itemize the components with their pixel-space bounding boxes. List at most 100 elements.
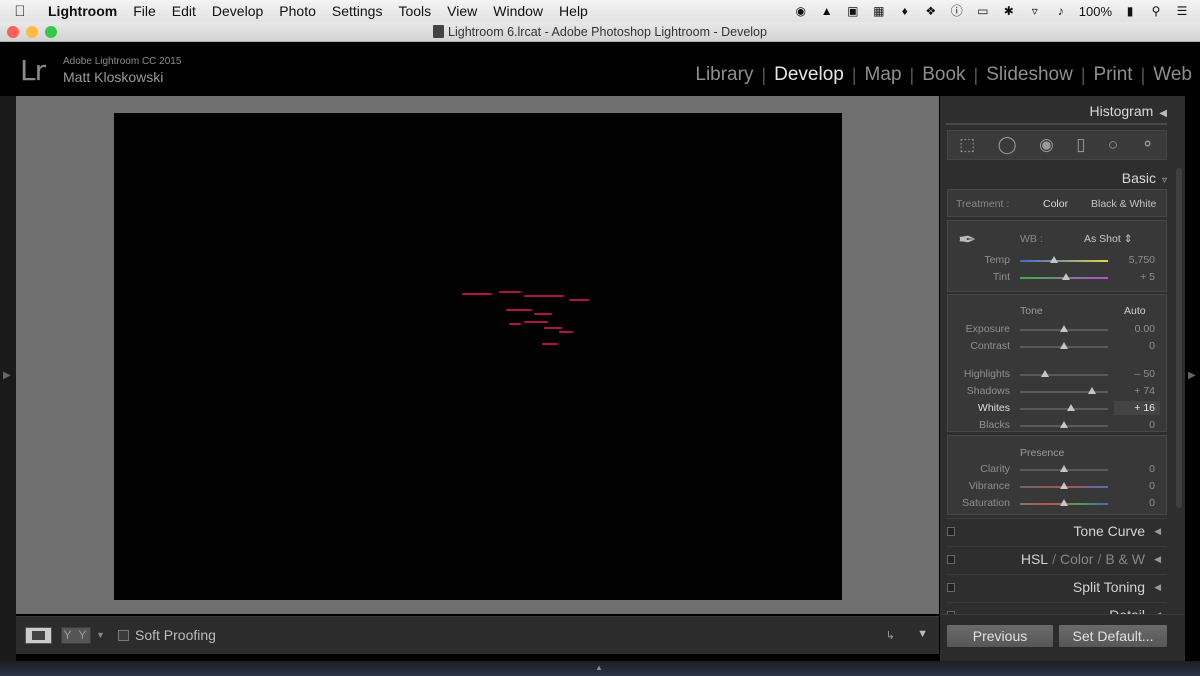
- panel-toggle-switch[interactable]: [947, 583, 955, 592]
- volume-icon[interactable]: ♪: [1053, 4, 1069, 18]
- wb-preset-select[interactable]: As Shot ⇕: [1084, 233, 1133, 245]
- bluetooth-icon[interactable]: ✱: [1001, 4, 1017, 18]
- tint-slider-track[interactable]: [1020, 273, 1108, 280]
- module-web[interactable]: Web: [1145, 64, 1200, 86]
- spot-removal-icon[interactable]: ◯: [998, 135, 1017, 155]
- treatment-bw-option[interactable]: Black & White: [1091, 198, 1156, 210]
- temp-slider-thumb[interactable]: [1050, 256, 1059, 263]
- whites-slider-thumb[interactable]: [1067, 404, 1076, 411]
- radial-filter-icon[interactable]: ○: [1108, 135, 1118, 155]
- wifi-icon[interactable]: ▿: [1027, 4, 1043, 18]
- menu-view[interactable]: View: [439, 3, 485, 19]
- set-default-button[interactable]: Set Default...: [1058, 624, 1168, 648]
- module-map[interactable]: Map: [857, 64, 910, 86]
- chevron-down-icon[interactable]: ▼: [96, 630, 105, 640]
- info-icon[interactable]: ⓘ: [949, 4, 965, 18]
- blacks-slider-track[interactable]: [1020, 421, 1108, 428]
- left-panel-toggle-icon[interactable]: ▶: [3, 370, 11, 381]
- contrast-slider-track[interactable]: [1020, 342, 1108, 349]
- whites-value[interactable]: + 16: [1108, 402, 1155, 414]
- module-library[interactable]: Library: [687, 64, 761, 86]
- dropbox-icon[interactable]: ❖: [923, 4, 939, 18]
- vibrance-slider-thumb[interactable]: [1060, 482, 1068, 489]
- contrast-slider-thumb[interactable]: [1060, 342, 1068, 349]
- split-toning-header[interactable]: Split Toning ◀: [947, 574, 1167, 600]
- graduated-filter-icon[interactable]: ▯: [1076, 135, 1085, 155]
- menu-photo[interactable]: Photo: [271, 3, 324, 19]
- clarity-value[interactable]: 0: [1108, 463, 1155, 475]
- exposure-slider-track[interactable]: [1020, 325, 1108, 332]
- highlights-slider-track[interactable]: [1020, 370, 1108, 377]
- shadows-value[interactable]: + 74: [1108, 385, 1155, 397]
- photo-preview[interactable]: [114, 113, 842, 600]
- highlights-slider-thumb[interactable]: [1040, 370, 1049, 377]
- menu-window[interactable]: Window: [485, 3, 551, 19]
- bw-tab[interactable]: B & W: [1105, 551, 1145, 567]
- saturation-slider-track[interactable]: [1020, 499, 1108, 506]
- tint-value[interactable]: + 5: [1108, 271, 1155, 283]
- exposure-slider-thumb[interactable]: [1060, 325, 1068, 332]
- whites-slider-track[interactable]: [1020, 404, 1108, 411]
- before-after-button[interactable]: Y Y: [61, 627, 91, 644]
- red-eye-icon[interactable]: ◉: [1039, 135, 1054, 155]
- temp-value[interactable]: 5,750: [1108, 254, 1155, 266]
- spot-visualize-icon[interactable]: ↳: [886, 629, 895, 642]
- tint-slider-thumb[interactable]: [1061, 273, 1070, 280]
- blacks-value[interactable]: 0: [1108, 419, 1155, 431]
- crop-tool-icon[interactable]: ⬚: [959, 135, 975, 155]
- clarity-slider-thumb[interactable]: [1060, 465, 1068, 472]
- close-window-button[interactable]: [7, 26, 19, 38]
- filmstrip-toggle-icon[interactable]: ▲: [595, 663, 605, 672]
- module-print[interactable]: Print: [1086, 64, 1141, 86]
- saturation-slider-thumb[interactable]: [1060, 499, 1068, 506]
- treatment-color-option[interactable]: Color: [1043, 198, 1068, 210]
- camera-icon[interactable]: ▦: [871, 4, 887, 18]
- eyedropper-icon[interactable]: ✒: [958, 227, 976, 253]
- spotlight-search-icon[interactable]: ⚲: [1148, 4, 1164, 18]
- basic-header[interactable]: Basic ▿: [946, 170, 1167, 186]
- battery-icon[interactable]: ▮: [1122, 4, 1138, 18]
- exposure-value[interactable]: 0.00: [1108, 323, 1155, 335]
- menu-edit[interactable]: Edit: [164, 3, 204, 19]
- drive-icon[interactable]: ▲: [819, 4, 835, 18]
- menu-help[interactable]: Help: [551, 3, 596, 19]
- minimize-window-button[interactable]: [26, 26, 38, 38]
- panel-toggle-switch[interactable]: [947, 555, 955, 564]
- menu-file[interactable]: File: [125, 3, 164, 19]
- menu-tools[interactable]: Tools: [390, 3, 439, 19]
- screen-icon[interactable]: ▣: [845, 4, 861, 18]
- shadows-slider-thumb[interactable]: [1088, 387, 1097, 394]
- apple-menu-icon[interactable]: : [0, 3, 40, 20]
- panel-toggle-switch[interactable]: [947, 527, 955, 536]
- right-panel-scrollbar[interactable]: [1176, 168, 1182, 508]
- soft-proofing-checkbox[interactable]: [118, 630, 129, 641]
- highlights-value[interactable]: – 50: [1108, 368, 1155, 380]
- evernote-icon[interactable]: ♦: [897, 4, 913, 18]
- hsl-tab[interactable]: HSL: [1021, 551, 1048, 567]
- blacks-slider-thumb[interactable]: [1060, 421, 1068, 428]
- menu-settings[interactable]: Settings: [324, 3, 391, 19]
- vibrance-slider-track[interactable]: [1020, 482, 1108, 489]
- module-slideshow[interactable]: Slideshow: [978, 64, 1081, 86]
- shadows-slider-track[interactable]: [1020, 387, 1108, 394]
- menu-app-name[interactable]: Lightroom: [40, 3, 125, 19]
- tone-curve-header[interactable]: Tone Curve ◀: [947, 518, 1167, 544]
- vibrance-value[interactable]: 0: [1108, 480, 1155, 492]
- color-tab[interactable]: Color: [1060, 551, 1093, 567]
- adjustment-brush-icon[interactable]: ⚬: [1141, 135, 1155, 155]
- hsl-header[interactable]: HSL / Color / B & W ◀: [947, 546, 1167, 572]
- contrast-value[interactable]: 0: [1108, 340, 1155, 352]
- clarity-slider-track[interactable]: [1020, 465, 1108, 472]
- previous-button[interactable]: Previous: [946, 624, 1054, 648]
- notification-center-icon[interactable]: ☰: [1174, 4, 1190, 18]
- right-panel-toggle-icon[interactable]: ▶: [1188, 370, 1196, 381]
- saturation-value[interactable]: 0: [1108, 497, 1155, 509]
- module-develop[interactable]: Develop: [766, 64, 852, 86]
- histogram-header[interactable]: Histogram ◀: [946, 103, 1168, 119]
- temp-slider-track[interactable]: [1020, 256, 1108, 263]
- toolbar-menu-chevron-icon[interactable]: ▼: [917, 628, 928, 640]
- auto-tone-button[interactable]: Auto: [1124, 305, 1146, 317]
- creative-cloud-icon[interactable]: ◉: [793, 4, 809, 18]
- loupe-view-button[interactable]: [25, 627, 52, 644]
- menu-develop[interactable]: Develop: [204, 3, 271, 19]
